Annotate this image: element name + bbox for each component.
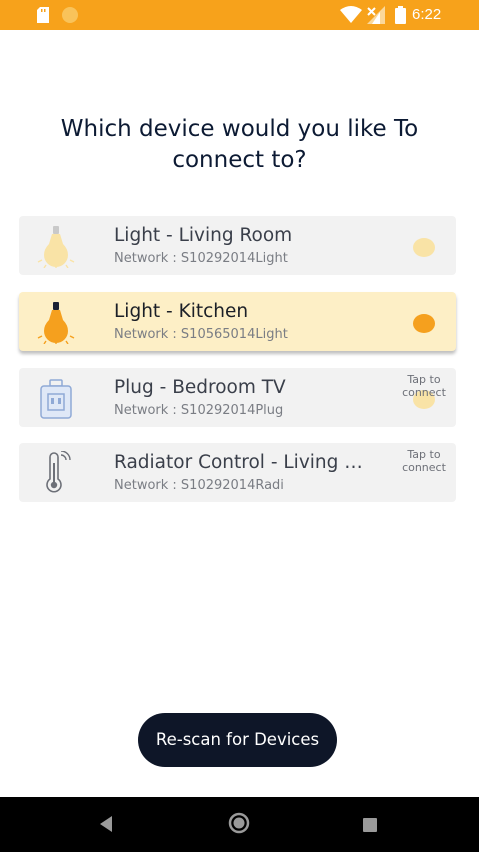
home-icon[interactable] bbox=[228, 812, 250, 834]
connection-indicator bbox=[413, 238, 435, 257]
page-title-line1: Which device would you like To bbox=[60, 116, 419, 142]
device-network: Network : S10292014Light bbox=[114, 251, 288, 266]
device-name: Radiator Control - Living Room bbox=[114, 452, 369, 473]
device-card-light-living-room[interactable]: Light - Living Room Network : S10292014L… bbox=[19, 216, 456, 275]
device-name: Light - Kitchen bbox=[114, 301, 249, 322]
lightbulb-icon bbox=[37, 302, 75, 344]
wifi-icon bbox=[340, 6, 362, 23]
battery-icon bbox=[395, 6, 406, 24]
device-card-radiator-control[interactable]: Radiator Control - Living Room Network :… bbox=[19, 443, 456, 502]
back-icon[interactable] bbox=[98, 815, 114, 833]
device-card-light-kitchen[interactable]: Light - Kitchen Network : S10565014Light bbox=[19, 292, 456, 351]
lightbulb-icon bbox=[37, 226, 75, 268]
device-card-plug-bedroom-tv[interactable]: Plug - Bedroom TV Network : S10292014Plu… bbox=[19, 368, 456, 427]
tap-to-connect-hint: Tap to connect bbox=[402, 448, 446, 474]
sd-card-icon bbox=[37, 7, 49, 23]
status-bar: 6:22 bbox=[0, 0, 479, 30]
device-name: Plug - Bedroom TV bbox=[114, 377, 286, 398]
notification-circle-icon bbox=[62, 7, 78, 23]
smart-plug-icon bbox=[40, 379, 72, 419]
device-name: Light - Living Room bbox=[114, 225, 293, 246]
connection-indicator bbox=[413, 314, 435, 333]
recent-apps-icon[interactable] bbox=[363, 818, 377, 832]
thermometer-icon bbox=[46, 451, 71, 493]
page-title: Which device would you like To connect t… bbox=[0, 114, 479, 176]
rescan-devices-button[interactable]: Re-scan for Devices bbox=[138, 713, 337, 767]
signal-icon bbox=[367, 6, 385, 24]
navigation-bar bbox=[0, 797, 479, 852]
device-network: Network : S10565014Light bbox=[114, 327, 288, 342]
tap-to-connect-hint: Tap to connect bbox=[402, 373, 446, 399]
page-title-line2: connect to? bbox=[172, 147, 307, 173]
device-network: Network : S10292014Plug bbox=[114, 403, 284, 418]
status-time: 6:22 bbox=[412, 6, 442, 23]
device-network: Network : S10292014Radi bbox=[114, 478, 284, 493]
